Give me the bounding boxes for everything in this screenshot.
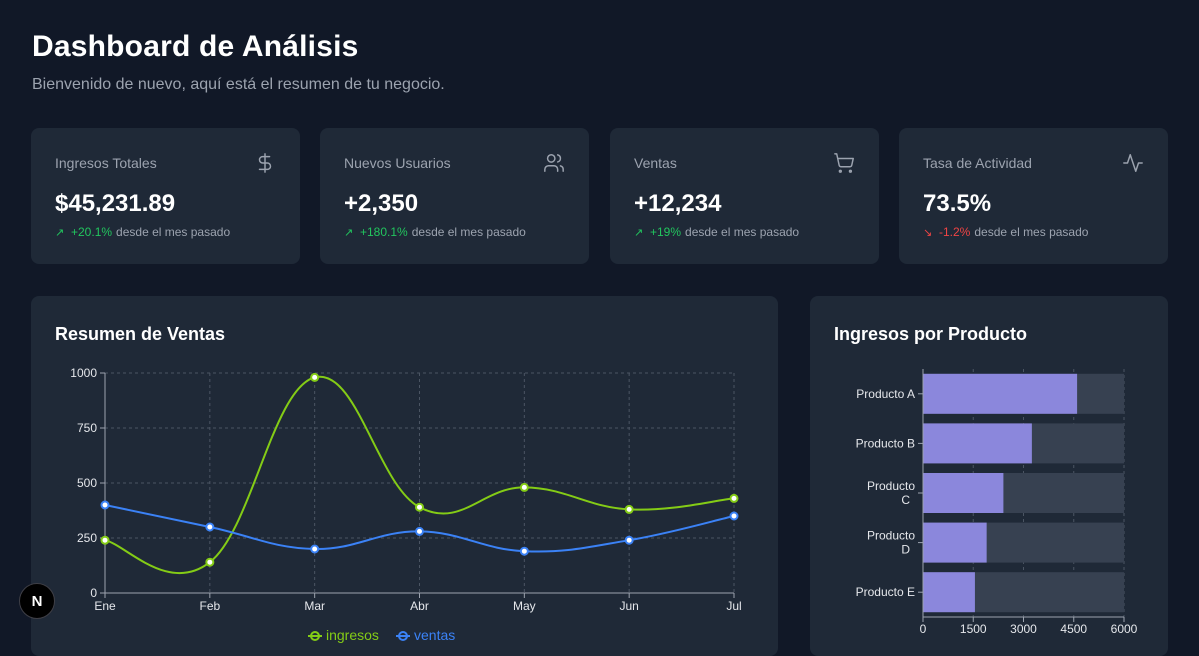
nextjs-dev-button[interactable]: N: [19, 583, 55, 619]
dollar-icon: [258, 153, 272, 173]
fab-label: N: [31, 592, 43, 610]
y-tick-label: 1000: [70, 366, 97, 380]
trend-down-icon: ↘: [923, 226, 933, 239]
x-tick-label: May: [513, 599, 536, 613]
x-tick-label: Jul: [726, 599, 741, 613]
data-point-ventas: [100, 500, 110, 510]
sales-summary-panel: Resumen de Ventas 0 250 500 750 1000 Ene Feb Ma…: [31, 296, 778, 656]
y-tick-label: 500: [77, 476, 97, 490]
data-point-ventas: [729, 511, 739, 521]
stat-card-revenue: Ingresos Totales $45,231.89 ↗ +20.1% des…: [31, 128, 300, 264]
stat-card-sales: Ventas +12,234 ↗ +19% desde el mes pasad…: [610, 128, 879, 264]
data-point-ventas: [519, 546, 529, 556]
data-point-ingresos: [205, 557, 215, 567]
data-point-ingresos: [100, 535, 110, 545]
x-tick-label: Mar: [304, 599, 325, 613]
data-point-ventas: [415, 526, 424, 536]
stat-label: Ventas: [634, 155, 677, 171]
stat-change-value: +20.1%: [71, 225, 113, 239]
x-tick-label: 4500: [1060, 622, 1087, 636]
bar: [923, 423, 1032, 464]
x-tick-label: Abr: [410, 599, 429, 613]
stat-change-value: +180.1%: [360, 225, 408, 239]
stat-card-users: Nuevos Usuarios +2,350 ↗ +180.1% desde e…: [320, 128, 589, 264]
stat-value: $45,231.89: [55, 190, 176, 217]
bar: [923, 572, 975, 613]
x-tick-label: 0: [920, 622, 927, 636]
cart-icon: [834, 153, 854, 173]
y-tick-label: 0: [90, 586, 97, 600]
trend-up-icon: ↗: [55, 226, 65, 239]
data-point-ventas: [310, 544, 320, 554]
stat-value: 73.5%: [923, 190, 992, 217]
legend-label-ingresos: ingresos: [326, 627, 379, 643]
data-point-ingresos: [624, 504, 634, 514]
y-tick-label: 750: [77, 421, 97, 435]
x-tick-label: Ene: [94, 599, 116, 613]
stat-change: ↘ -1.2% desde el mes pasado: [923, 225, 1088, 239]
product-revenue-panel: Ingresos por Producto Producto A Producto…: [810, 296, 1168, 656]
legend-label-ventas: ventas: [414, 627, 455, 643]
stat-change-suffix: desde el mes pasado: [974, 225, 1089, 239]
stat-label: Ingresos Totales: [55, 155, 157, 171]
users-icon: [544, 154, 564, 172]
data-point-ingresos: [415, 502, 424, 512]
bar: [923, 473, 1004, 513]
x-tick-label: 1500: [960, 622, 987, 636]
bar: [923, 522, 987, 563]
y-tick-label: Producto A: [856, 387, 915, 401]
sales-line-chart: 0 250 500 750 1000 Ene Feb Mar Abr May Jun Jul ingre…: [70, 366, 741, 643]
stat-change: ↗ +19% desde el mes pasado: [634, 225, 799, 239]
page-subtitle: Bienvenido de nuevo, aquí está el resume…: [32, 76, 445, 93]
stat-label: Nuevos Usuarios: [344, 155, 451, 171]
stat-value: +2,350: [344, 190, 419, 217]
stat-change: ↗ +180.1% desde el mes pasado: [344, 225, 526, 239]
trend-up-icon: ↗: [344, 226, 354, 239]
y-tick-label: Producto B: [856, 436, 915, 450]
y-tick-label: Producto E: [856, 585, 915, 599]
stat-card-activity: Tasa de Actividad 73.5% ↘ -1.2% desde el…: [899, 128, 1168, 264]
stat-change: ↗ +20.1% desde el mes pasado: [55, 225, 230, 239]
x-tick-label: Feb: [199, 599, 220, 613]
activity-icon: [1123, 154, 1143, 172]
x-tick-label: 6000: [1111, 622, 1138, 636]
data-point-ingresos: [519, 482, 529, 492]
stat-label: Tasa de Actividad: [923, 155, 1032, 171]
stat-change-suffix: desde el mes pasado: [685, 225, 800, 239]
stat-change-value: -1.2%: [939, 225, 971, 239]
y-tick-label: Producto C: [867, 479, 915, 507]
bar: [923, 373, 1078, 414]
page-title: Dashboard de Análisis: [32, 30, 359, 63]
data-point-ventas: [205, 522, 215, 532]
y-tick-label: 250: [77, 531, 97, 545]
stat-change-suffix: desde el mes pasado: [116, 225, 231, 239]
product-bar-chart: Producto A Producto B Producto C Producto D Pr…: [856, 369, 1138, 636]
y-tick-label: Producto D: [867, 529, 915, 557]
data-point-ingresos: [310, 372, 320, 382]
stat-change-suffix: desde el mes pasado: [411, 225, 526, 239]
data-point-ventas: [624, 535, 634, 545]
trend-up-icon: ↗: [634, 226, 644, 239]
data-point-ingresos: [729, 493, 739, 503]
stat-value: +12,234: [634, 190, 722, 217]
stat-change-value: +19%: [650, 225, 682, 239]
x-tick-label: 3000: [1010, 622, 1037, 636]
x-tick-label: Jun: [619, 599, 638, 613]
page-header: Dashboard de Análisis Bienvenido de nuev…: [32, 30, 445, 94]
